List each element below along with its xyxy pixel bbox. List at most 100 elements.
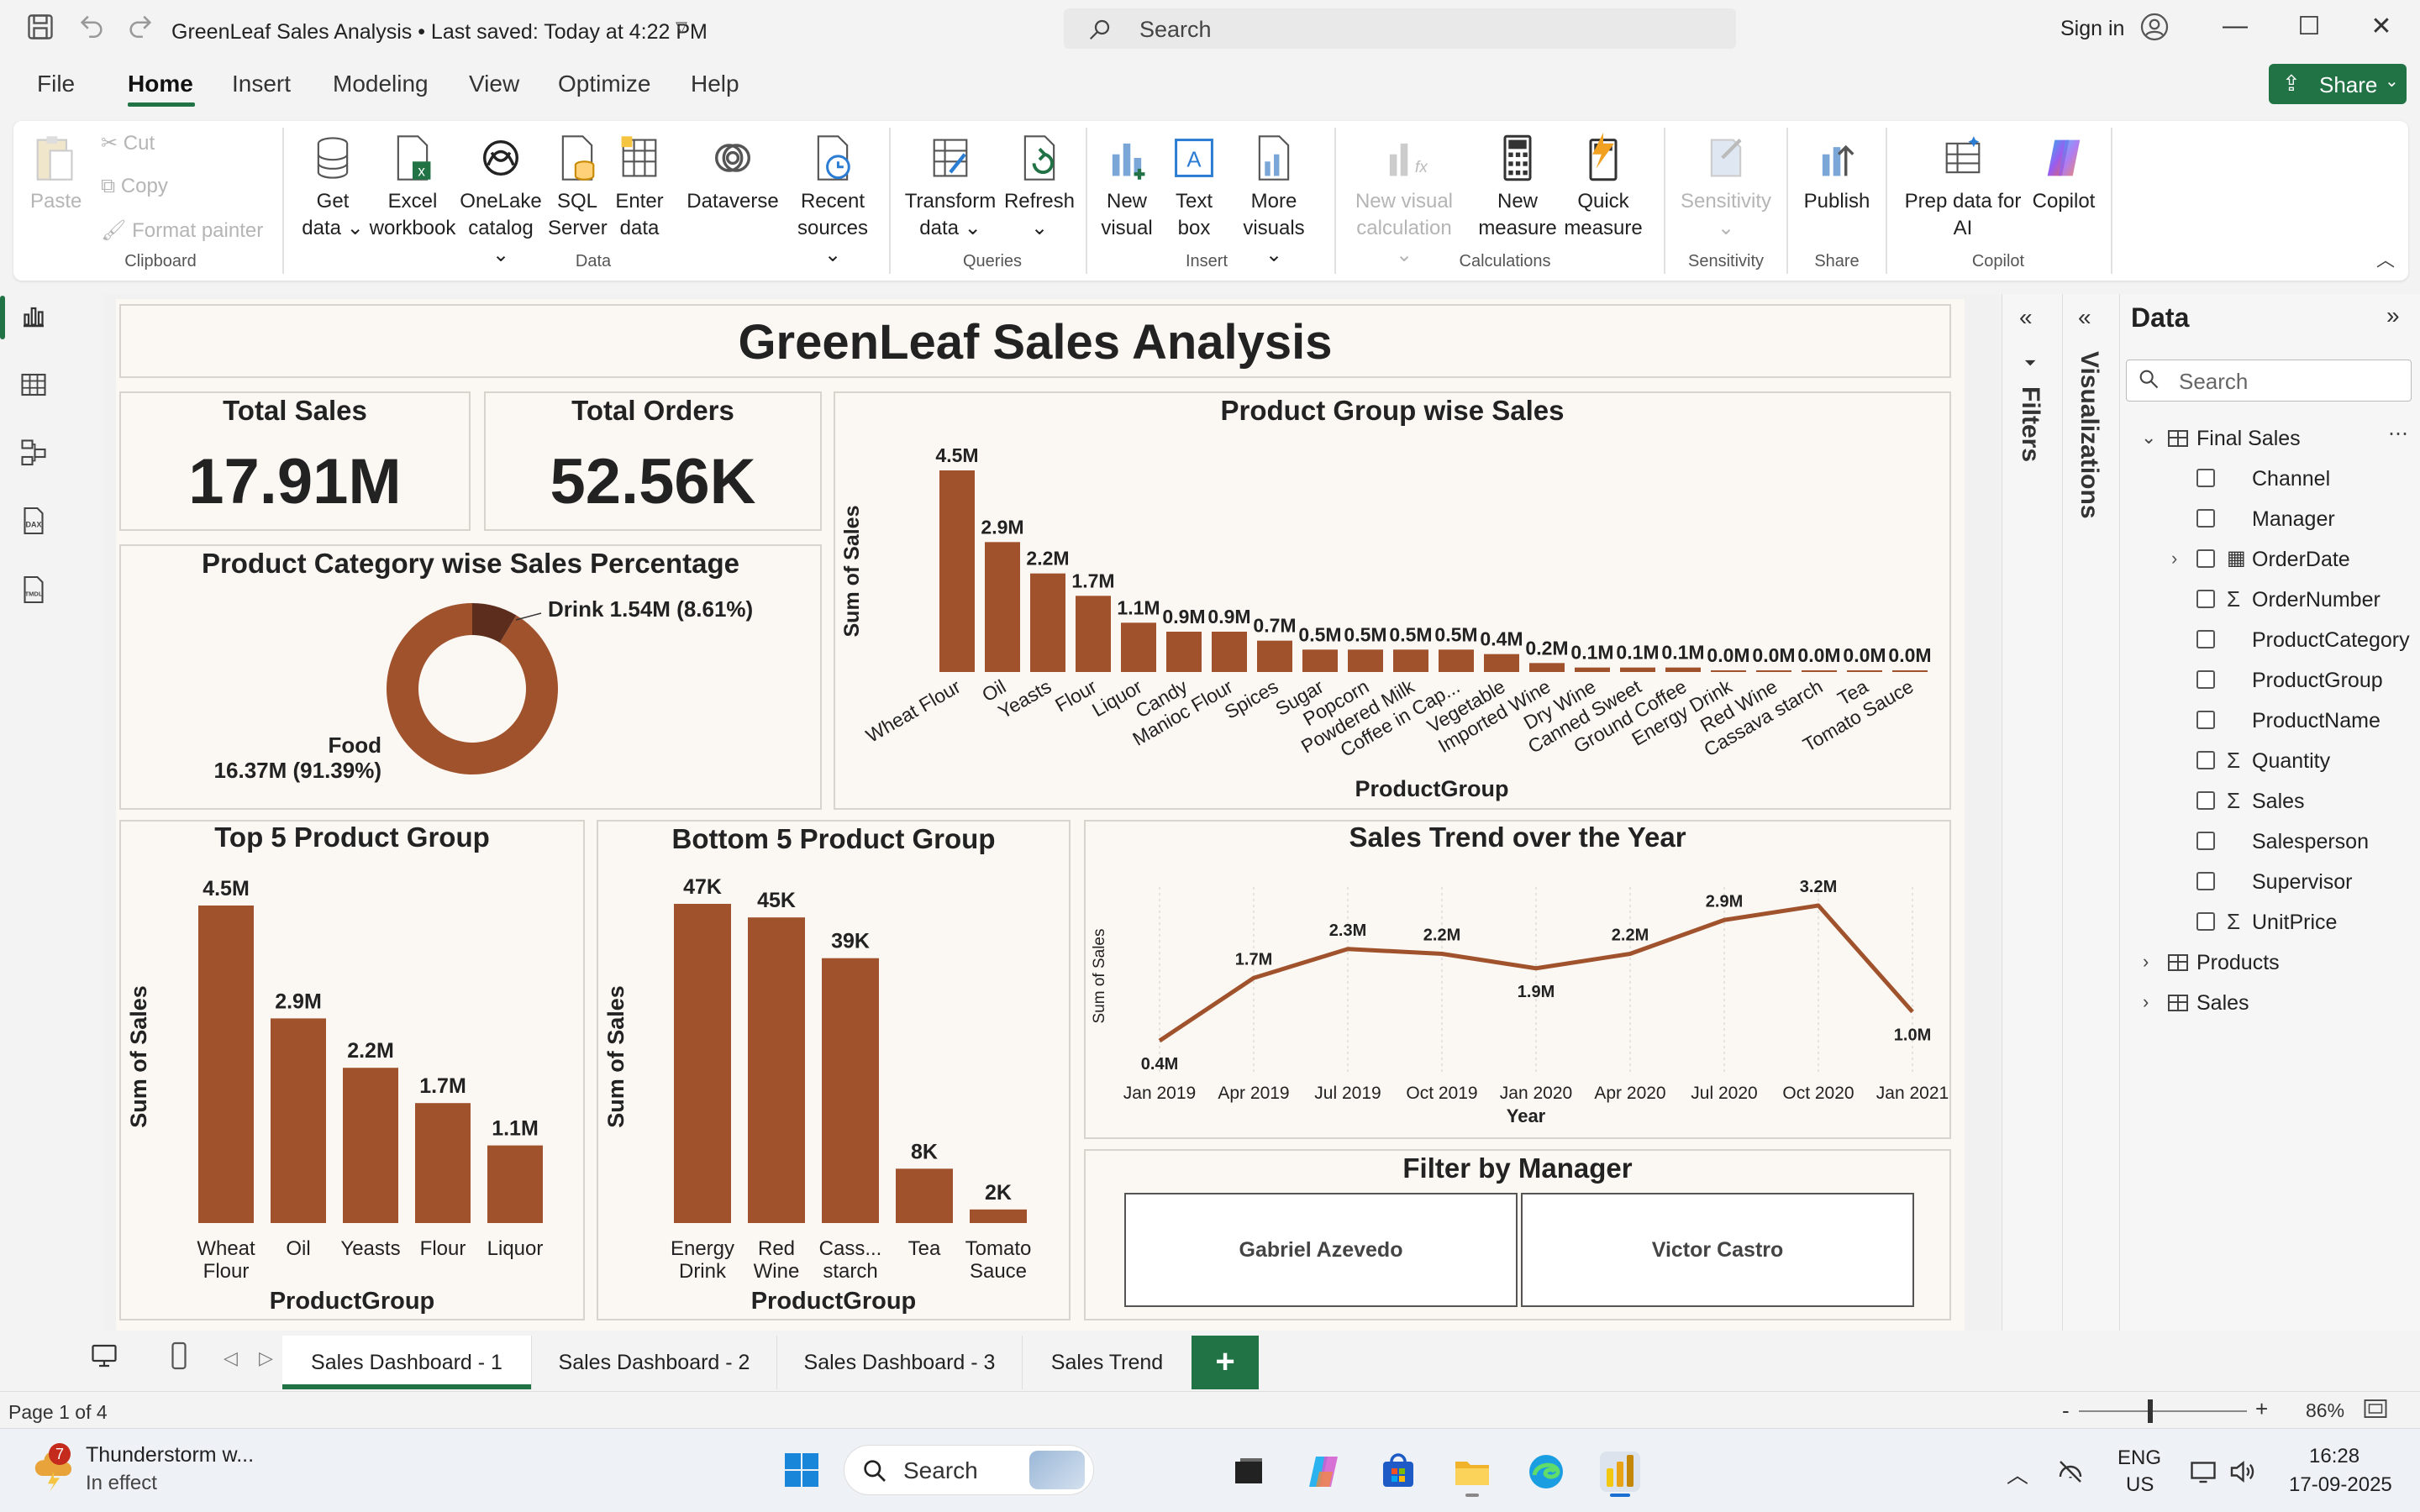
field-quantity[interactable]: Quantity: [2252, 749, 2330, 774]
kpi-total-orders-card[interactable]: Total Orders 52.56K: [484, 391, 822, 531]
field-checkbox[interactable]: [2196, 630, 2215, 648]
display-icon[interactable]: [2188, 1457, 2218, 1491]
paste-button[interactable]: Paste: [30, 133, 82, 215]
get-data-button[interactable]: Get data ⌄: [299, 133, 366, 242]
volume-icon[interactable]: [2227, 1457, 2257, 1491]
field-checkbox[interactable]: [2196, 590, 2215, 608]
field-checkbox[interactable]: [2196, 670, 2215, 689]
menu-view[interactable]: View: [469, 71, 519, 97]
fit-to-page-icon[interactable]: [2363, 1398, 2388, 1424]
field-checkbox[interactable]: [2196, 751, 2215, 769]
collapse-data-pane-icon[interactable]: »: [2386, 302, 2400, 329]
more-options-icon[interactable]: ⋯: [2388, 422, 2408, 446]
bottom5-card[interactable]: Bottom 5 Product Group 47K Energy Drink 45K…: [597, 820, 1071, 1320]
avatar-icon[interactable]: [2139, 12, 2170, 42]
prep-data-for-ai-button[interactable]: Prep data for AI: [1887, 133, 2039, 242]
sql-server-button[interactable]: SQL Server: [548, 133, 608, 242]
tabs-scroll-left-icon[interactable]: ◁: [224, 1347, 238, 1369]
field-checkbox[interactable]: [2196, 469, 2215, 487]
field-ordernumber[interactable]: OrderNumber: [2252, 588, 2381, 612]
table-name-sales[interactable]: Sales: [2196, 991, 2249, 1016]
field-supervisor[interactable]: Supervisor: [2252, 870, 2353, 895]
product-group-bar-chart[interactable]: 4.5MWheat Flour2.9MOil2.2MYeasts1.7MFlou…: [835, 393, 1949, 808]
new-visual-calculation-button[interactable]: fx New visual calculation ⌄: [1349, 133, 1459, 269]
dataverse-button[interactable]: Dataverse: [682, 133, 783, 215]
field-sales[interactable]: Sales: [2252, 790, 2305, 814]
table-name-final-sales[interactable]: Final Sales: [2196, 427, 2301, 451]
page-tab-sales-dashboard-3[interactable]: Sales Dashboard - 3: [776, 1336, 1022, 1389]
filters-pane[interactable]: « ⏷ Filters: [2002, 294, 2062, 1331]
field-productcategory[interactable]: ProductCategory: [2252, 628, 2410, 653]
clock-time[interactable]: 16:28: [2309, 1445, 2360, 1468]
field-checkbox[interactable]: [2196, 509, 2215, 528]
redo-icon[interactable]: [126, 12, 155, 48]
sales-trend-line-chart[interactable]: Jan 2019 Apr 2019 Jul 2019 Oct 2019 Jan 2020…: [1086, 822, 1949, 1137]
field-checkbox[interactable]: [2196, 832, 2215, 850]
data-search-input[interactable]: Search: [2126, 360, 2412, 402]
menu-modeling[interactable]: Modeling: [333, 71, 429, 97]
zoom-out-button[interactable]: -: [2062, 1398, 2070, 1424]
expand-visualizations-icon[interactable]: «: [2078, 304, 2091, 331]
expand-arrow-icon[interactable]: ›: [2171, 548, 2177, 570]
copilot-button[interactable]: Copilot: [2028, 133, 2099, 215]
bottom5-bar-chart[interactable]: 47K EnergyDrink 45K RedWine 39K Cass...starch…: [598, 822, 1069, 1319]
weather-widget[interactable]: 7: [30, 1443, 77, 1498]
expand-arrow-icon[interactable]: ›: [2143, 951, 2149, 973]
expand-chevron-icon[interactable]: ⌄: [2141, 427, 2156, 449]
desktop-layout-icon[interactable]: [89, 1341, 119, 1375]
new-measure-button[interactable]: New measure: [1476, 133, 1560, 242]
quick-measure-button[interactable]: Quick measure: [1560, 133, 1647, 242]
region-indicator[interactable]: US: [2126, 1473, 2154, 1497]
zoom-slider-track[interactable]: [2079, 1410, 2247, 1412]
field-checkbox[interactable]: [2196, 549, 2215, 568]
expand-arrow-icon[interactable]: ›: [2143, 991, 2149, 1013]
collapse-filters-icon[interactable]: «: [2019, 304, 2033, 331]
menu-help[interactable]: Help: [691, 71, 739, 97]
field-productname[interactable]: ProductName: [2252, 709, 2381, 733]
menu-insert[interactable]: Insert: [232, 71, 291, 97]
page-tab-sales-dashboard-1[interactable]: Sales Dashboard - 1: [282, 1336, 531, 1389]
menu-optimize[interactable]: Optimize: [558, 71, 650, 97]
zoom-in-button[interactable]: +: [2255, 1396, 2268, 1422]
product-group-sales-card[interactable]: Product Group wise Sales 4.5M Wheat Flour…: [834, 391, 1951, 810]
refresh-button[interactable]: Refresh ⌄: [1002, 133, 1077, 242]
network-offline-icon[interactable]: [2055, 1457, 2086, 1491]
slicer-option-victor-castro[interactable]: Victor Castro: [1521, 1193, 1914, 1307]
dax-query-view-icon[interactable]: DAX: [18, 506, 52, 539]
add-page-button[interactable]: +: [1192, 1336, 1259, 1389]
onelake-catalog-button[interactable]: OneLake catalog ⌄: [459, 133, 543, 269]
share-button[interactable]: ⇪ Share ⌄: [2269, 64, 2407, 104]
field-checkbox[interactable]: [2196, 711, 2215, 729]
file-explorer-icon[interactable]: [1452, 1452, 1492, 1497]
table-view-icon[interactable]: [18, 370, 52, 403]
donut-chart[interactable]: Drink 1.54M (8.61%) Food16.37M (91.39%): [121, 546, 820, 808]
document-title[interactable]: GreenLeaf Sales Analysis • Last saved: T…: [171, 20, 708, 45]
top5-card[interactable]: Top 5 Product Group 4.5M Wheat Flour 2.9M Oi…: [119, 820, 585, 1320]
tabs-scroll-right-icon[interactable]: ▷: [259, 1347, 273, 1369]
excel-workbook-button[interactable]: x Excel workbook: [366, 133, 459, 242]
slicer-option-gabriel-azevedo[interactable]: Gabriel Azevedo: [1124, 1193, 1518, 1307]
field-checkbox[interactable]: [2196, 912, 2215, 931]
save-icon[interactable]: [25, 12, 55, 50]
enter-data-button[interactable]: Enter data: [610, 133, 669, 242]
more-visuals-button[interactable]: More visuals ⌄: [1232, 133, 1316, 269]
zoom-level[interactable]: 86%: [2306, 1399, 2344, 1422]
maximize-button[interactable]: ☐: [2284, 12, 2334, 41]
copy-button[interactable]: ⧉ Copy: [101, 175, 168, 198]
transform-data-button[interactable]: Transform data ⌄: [904, 133, 997, 242]
visualizations-pane[interactable]: « Visualizations: [2062, 294, 2119, 1331]
tmdl-view-icon[interactable]: TMDL: [18, 575, 52, 608]
task-view-icon[interactable]: [1228, 1452, 1269, 1492]
cut-button[interactable]: ✂ Cut: [101, 131, 155, 155]
publish-button[interactable]: Publish: [1798, 133, 1876, 215]
format-painter-button[interactable]: 🖌 Format painter: [101, 218, 263, 243]
field-checkbox[interactable]: [2196, 791, 2215, 810]
recent-sources-button[interactable]: Recent sources ⌄: [786, 133, 879, 269]
global-search-box[interactable]: Search: [1064, 8, 1736, 49]
menu-file[interactable]: File: [37, 71, 75, 97]
field-checkbox[interactable]: [2196, 872, 2215, 890]
taskbar-search[interactable]: Search: [844, 1445, 1094, 1495]
close-button[interactable]: ✕: [2356, 12, 2407, 41]
field-channel[interactable]: Channel: [2252, 467, 2330, 491]
sales-trend-card[interactable]: Sales Trend over the Year Jan 2019 Apr 20…: [1084, 820, 1951, 1139]
